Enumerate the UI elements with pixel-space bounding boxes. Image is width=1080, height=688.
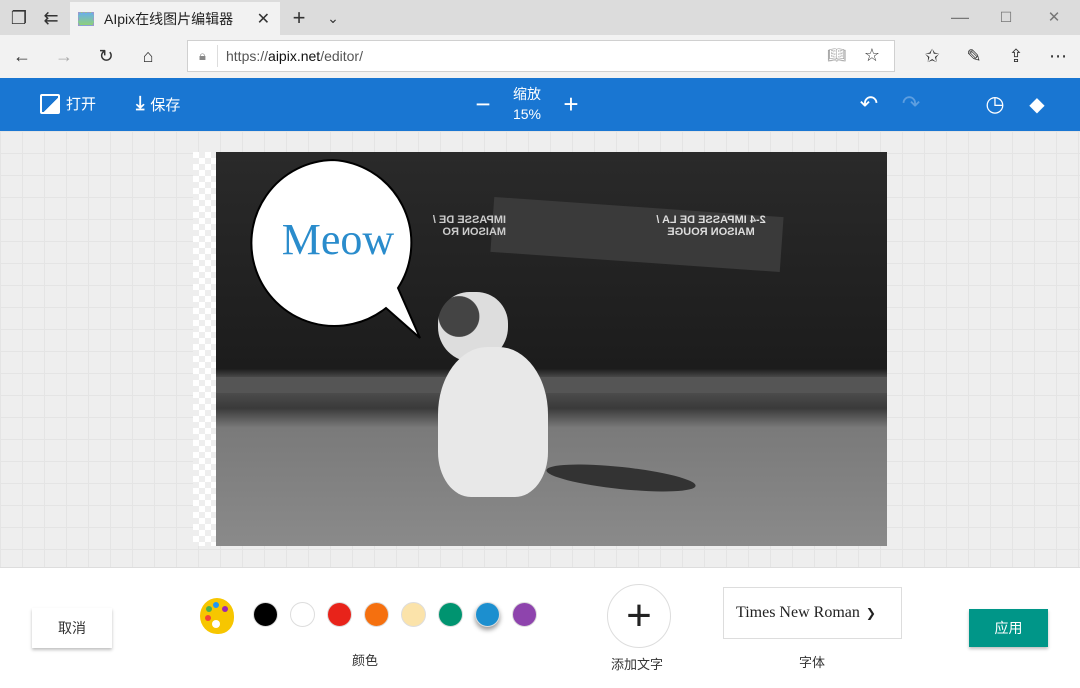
home-icon[interactable]: ⌂ bbox=[136, 44, 160, 68]
save-button[interactable]: ⤓ 保存 bbox=[136, 93, 180, 115]
share-icon[interactable]: ⇪ bbox=[1004, 44, 1028, 68]
zoom-in-button[interactable]: + bbox=[560, 89, 582, 119]
cat-body bbox=[438, 347, 548, 497]
layers-icon[interactable]: ◆ bbox=[1024, 92, 1050, 116]
close-tab-icon[interactable]: ✕ bbox=[257, 9, 270, 29]
chevron-down-icon[interactable]: ⌄ bbox=[322, 6, 344, 30]
color-swatch[interactable] bbox=[364, 602, 389, 627]
add-text-button[interactable]: + bbox=[607, 584, 671, 648]
color-label: 颜色 bbox=[352, 653, 379, 668]
sign-text-right: 2-4 IMPASSE DE LA / MAISON ROUGE bbox=[656, 214, 766, 238]
font-value: Times New Roman bbox=[736, 604, 860, 621]
font-select[interactable]: Times New Roman ❯ bbox=[723, 587, 902, 639]
zoom-label: 缩放 bbox=[513, 86, 541, 102]
lock-icon: 🔒︎ bbox=[188, 45, 218, 67]
plus-icon: + bbox=[626, 591, 652, 640]
color-swatch[interactable] bbox=[290, 602, 315, 627]
open-button[interactable]: 打开 bbox=[40, 93, 96, 114]
tab-manager-icon[interactable]: ❐ bbox=[8, 7, 30, 29]
history-icon[interactable]: ◷ bbox=[982, 91, 1008, 116]
minimize-icon[interactable]: — bbox=[950, 6, 970, 28]
window-ledge bbox=[216, 377, 887, 393]
cat-tail bbox=[545, 459, 697, 497]
add-text-label: 添加文字 bbox=[611, 657, 664, 672]
new-tab-icon[interactable]: + bbox=[288, 5, 310, 30]
pen-icon[interactable]: ✎ bbox=[962, 44, 986, 68]
color-swatch[interactable] bbox=[512, 602, 537, 627]
editor-toolbar: 打开 ⤓ 保存 − 缩放 15% + ↶ ↷ ◷ ◆ bbox=[0, 78, 1080, 131]
color-swatch[interactable] bbox=[438, 602, 463, 627]
browser-tab-bar: ❐ ⇇ AIpix在线图片编辑器 ✕ + ⌄ — ☐ ✕ bbox=[0, 0, 1080, 35]
zoom-out-button[interactable]: − bbox=[472, 89, 494, 119]
zoom-control: 缩放 15% bbox=[505, 84, 549, 124]
more-icon[interactable]: ⋯ bbox=[1046, 44, 1070, 68]
color-swatch[interactable] bbox=[401, 602, 426, 627]
close-window-icon[interactable]: ✕ bbox=[1044, 6, 1064, 28]
url-text: https://aipix.net/editor/ bbox=[226, 48, 363, 64]
color-swatch[interactable] bbox=[327, 602, 352, 627]
font-label: 字体 bbox=[799, 655, 826, 670]
reading-view-icon[interactable]: 📖︎ bbox=[827, 46, 846, 64]
color-swatches bbox=[253, 602, 537, 627]
palette-icon[interactable] bbox=[200, 598, 234, 634]
image-icon bbox=[40, 93, 60, 114]
url-path: /editor/ bbox=[320, 48, 363, 64]
apply-button[interactable]: 应用 bbox=[969, 609, 1048, 647]
open-label: 打开 bbox=[66, 96, 97, 113]
color-swatch[interactable] bbox=[253, 602, 278, 627]
tab-title: AIpix在线图片编辑器 bbox=[104, 10, 234, 27]
save-label: 保存 bbox=[150, 96, 181, 114]
transparent-area bbox=[193, 152, 217, 546]
star-icon[interactable]: ☆ bbox=[864, 45, 880, 66]
color-swatch[interactable] bbox=[475, 602, 500, 627]
refresh-icon[interactable]: ↻ bbox=[94, 44, 118, 68]
maximize-icon[interactable]: ☐ bbox=[996, 6, 1016, 28]
cancel-button[interactable]: 取消 bbox=[32, 608, 112, 648]
address-bar[interactable]: 🔒︎ https://aipix.net/editor/ 📖︎ ☆ bbox=[187, 40, 895, 72]
undo-icon[interactable]: ↶ bbox=[856, 91, 882, 116]
favicon-icon bbox=[78, 11, 94, 26]
url-scheme: https:// bbox=[226, 48, 269, 64]
browser-tab[interactable]: AIpix在线图片编辑器 ✕ bbox=[70, 2, 280, 35]
text-options-panel: 取消 颜色 + 添加文字 Times New Roman ❯ 字体 应用 bbox=[0, 567, 1080, 688]
redo-icon[interactable]: ↷ bbox=[898, 91, 924, 116]
url-host: aipix.net bbox=[268, 48, 321, 64]
set-aside-tabs-icon[interactable]: ⇇ bbox=[40, 7, 62, 29]
download-icon: ⤓ bbox=[136, 93, 145, 114]
chevron-down-icon: ❯ bbox=[865, 606, 876, 620]
back-icon[interactable]: ← bbox=[10, 44, 34, 68]
favorites-icon[interactable]: ✩ bbox=[920, 44, 944, 68]
bubble-text[interactable]: Meow bbox=[258, 214, 418, 265]
forward-icon[interactable]: → bbox=[52, 44, 76, 68]
zoom-value: 15% bbox=[512, 106, 542, 122]
